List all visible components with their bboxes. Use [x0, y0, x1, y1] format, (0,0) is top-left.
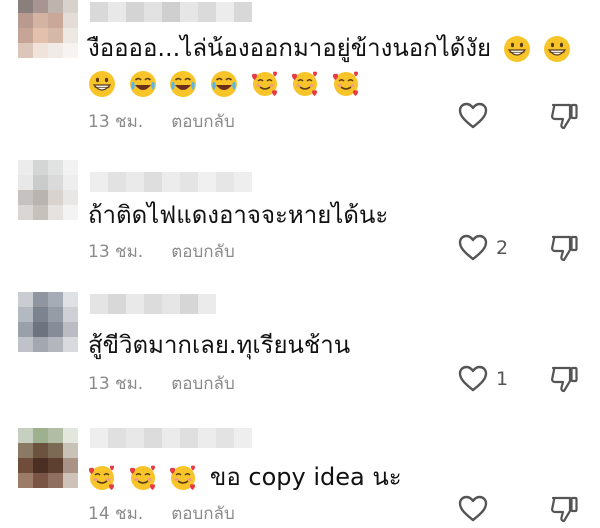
grinning-face-icon	[89, 71, 115, 97]
like-button[interactable]: 1	[458, 364, 508, 394]
heart-icon	[458, 234, 488, 261]
comment-text: สู้ขีวิตมากเลย.ทุเรียนช้าน	[88, 330, 350, 360]
comment-meta: 13 ชม. ตอบกลับ	[88, 370, 235, 397]
dislike-button[interactable]	[549, 233, 579, 263]
joy-face-icon	[170, 71, 197, 97]
joy-face-icon	[210, 71, 237, 97]
reply-button[interactable]: ตอบกลับ	[171, 374, 235, 394]
comment-text: ขอ copy idea นะ	[88, 462, 402, 492]
username-blurred[interactable]	[90, 2, 252, 22]
username-blurred[interactable]	[90, 172, 252, 192]
avatar[interactable]	[18, 292, 78, 352]
username-blurred[interactable]	[90, 428, 252, 448]
username-blurred[interactable]	[90, 294, 216, 314]
comment-text-body: ถ้าติดไฟแดงอาจจะหายได้นะ	[88, 201, 389, 229]
comment-time: 14 ชม.	[88, 504, 144, 524]
thumbs-down-icon	[551, 235, 578, 262]
grinning-face-icon	[503, 36, 530, 62]
thumbs-down-icon	[551, 366, 578, 393]
comment-time: 13 ชม.	[88, 112, 144, 132]
heart-icon	[458, 102, 488, 129]
reply-button[interactable]: ตอบกลับ	[171, 242, 235, 262]
comment-emoji-line	[88, 68, 365, 98]
comment-time: 13 ชม.	[88, 242, 144, 262]
like-button[interactable]	[458, 101, 496, 131]
thumbs-down-icon	[551, 103, 578, 130]
like-count: 2	[496, 237, 509, 259]
comment-meta: 13 ชม. ตอบกลับ	[88, 238, 235, 265]
reply-button[interactable]: ตอบกลับ	[171, 504, 235, 524]
heart-icon	[458, 365, 488, 392]
dislike-button[interactable]	[549, 101, 579, 131]
smiling-face-with-hearts-icon	[292, 71, 318, 96]
comment-meta: 14 ชม. ตอบกลับ	[88, 500, 235, 527]
comment-text-body: ขอ copy idea นะ	[209, 463, 402, 491]
dislike-button[interactable]	[549, 494, 579, 524]
like-button[interactable]: 2	[458, 233, 508, 263]
avatar[interactable]	[18, 428, 78, 488]
like-count: 1	[496, 368, 509, 390]
joy-face-icon	[129, 71, 156, 97]
smiling-face-with-hearts-icon	[251, 71, 277, 96]
dislike-button[interactable]	[549, 364, 579, 394]
smiling-face-with-hearts-icon	[332, 71, 358, 96]
smiling-face-with-hearts-icon	[170, 465, 196, 490]
grinning-face-icon	[544, 36, 571, 62]
thumbs-down-icon	[551, 496, 578, 523]
avatar[interactable]	[18, 0, 78, 58]
heart-icon	[458, 495, 488, 522]
smiling-face-with-hearts-icon	[89, 465, 114, 490]
comment-text: ถ้าติดไฟแดงอาจจะหายได้นะ	[88, 200, 388, 230]
comment-time: 13 ชม.	[88, 374, 144, 394]
smiling-face-with-hearts-icon	[129, 465, 155, 490]
comment-text: งืออออ...ไล่น้องออกมาอยู่ข้างนอกได้งัย	[88, 33, 576, 63]
like-button[interactable]	[458, 494, 496, 524]
comment-text-body: สู้ขีวิตมากเลย.ทุเรียนช้าน	[88, 331, 351, 359]
comment-text-body: งืออออ...ไล่น้องออกมาอยู่ข้างนอกได้งัย	[88, 34, 492, 62]
reply-button[interactable]: ตอบกลับ	[171, 112, 235, 132]
comment-meta: 13 ชม. ตอบกลับ	[88, 108, 235, 135]
avatar[interactable]	[18, 160, 78, 220]
